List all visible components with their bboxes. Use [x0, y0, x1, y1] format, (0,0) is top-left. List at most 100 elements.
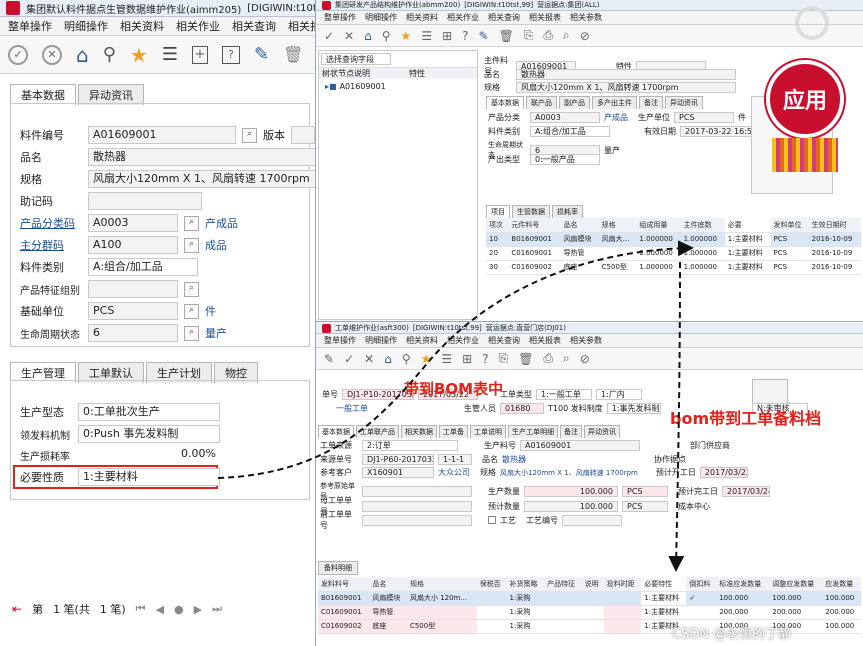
- tab-multi-output[interactable]: 多产出主件: [592, 96, 637, 109]
- query-icon[interactable]: ?: [482, 352, 488, 366]
- tab-loss[interactable]: 损耗率: [552, 205, 583, 218]
- tab-changes[interactable]: 异动资讯: [665, 96, 703, 109]
- home-icon[interactable]: ⌂: [364, 29, 372, 43]
- start-date-field[interactable]: 2017/03/22: [699, 467, 748, 478]
- prod-type-select[interactable]: 0:工单批次生产: [78, 403, 220, 421]
- lookup-icon[interactable]: ⌕: [242, 127, 257, 143]
- menu-item[interactable]: 相关参数: [570, 335, 602, 346]
- search-icon[interactable]: ⌕: [563, 351, 570, 366]
- menu-item[interactable]: 相关报表: [288, 18, 315, 34]
- current-page-icon[interactable]: ●: [174, 603, 184, 616]
- lookup-icon[interactable]: ⌕: [184, 281, 199, 297]
- menu-item[interactable]: 整单操作: [8, 18, 52, 34]
- tab-coproduct[interactable]: 工单联产品: [356, 425, 399, 438]
- home-icon[interactable]: ⌂: [76, 43, 89, 67]
- source-select[interactable]: 2:订单: [362, 440, 458, 451]
- version-field[interactable]: [291, 126, 315, 144]
- star-icon[interactable]: ★: [421, 352, 432, 366]
- tab-remark[interactable]: 备注: [560, 425, 582, 438]
- lookup-icon[interactable]: ⌕: [184, 215, 199, 231]
- delete-icon[interactable]: 🗑: [518, 352, 533, 366]
- pin-icon[interactable]: ⚲: [402, 352, 411, 366]
- end-date-field[interactable]: 2017/03/24: [722, 485, 770, 497]
- menu-item[interactable]: 相关参数: [570, 12, 602, 23]
- spec-field[interactable]: 风扇大小120mm X 1、风扇转速 1700rpm: [516, 82, 736, 93]
- menu-item[interactable]: 明细操作: [64, 18, 108, 34]
- star-icon[interactable]: ★: [401, 29, 412, 43]
- process-no-field[interactable]: [562, 514, 622, 526]
- lookup-icon[interactable]: ⌕: [184, 303, 199, 319]
- cancel-icon[interactable]: ✕: [364, 352, 374, 366]
- src-no-field[interactable]: DJ1-P60-2017032200001: [362, 454, 434, 465]
- table-row[interactable]: B01609001 风扇模块 风扇大小 120m... 1:采购 1:主要材料 ✓ 100.…: [318, 591, 861, 606]
- print-icon[interactable]: ⎙: [543, 28, 553, 43]
- tab-basic[interactable]: 基本数据: [486, 96, 524, 109]
- tab-desc[interactable]: 工单说明: [470, 425, 506, 438]
- name-field[interactable]: 散热器: [88, 148, 315, 166]
- copy-icon[interactable]: ⎘: [499, 351, 509, 366]
- attach-icon[interactable]: ⊘: [580, 29, 590, 43]
- query-icon[interactable]: ?: [221, 45, 240, 64]
- menu-item[interactable]: 相关报表: [529, 335, 561, 346]
- edit-icon[interactable]: ✎: [254, 44, 269, 65]
- menu-item[interactable]: 相关作业: [447, 335, 479, 346]
- menu-item[interactable]: 明细操作: [365, 12, 397, 23]
- record-nav-icon[interactable]: ⇤: [12, 602, 22, 616]
- list-icon[interactable]: ☰: [162, 44, 178, 65]
- item-type-select[interactable]: A:组合/加工品: [530, 126, 610, 137]
- confirm-icon[interactable]: ✓: [8, 44, 28, 65]
- tab-prep[interactable]: 工单备: [439, 425, 468, 438]
- menu-item[interactable]: 相关作业: [447, 12, 479, 23]
- plan-qty-unit-field[interactable]: PCS: [622, 500, 668, 512]
- table-row[interactable]: 20 C01609001 导热管 2.000000 1.000000 1:主要材料 PCS 2…: [486, 246, 861, 261]
- table-row[interactable]: C01609001 导热管 1:采购 1:主要材料 200.000 200.000 200.…: [318, 605, 861, 620]
- tab-detail[interactable]: 生产工单明细: [508, 425, 558, 438]
- menu-item[interactable]: 整单操作: [324, 12, 356, 23]
- tab-byproduct[interactable]: 副产品: [559, 96, 590, 109]
- tab-basic[interactable]: 基本数据: [318, 425, 354, 438]
- tab-basic[interactable]: 基本数据: [10, 84, 76, 105]
- confirm-icon[interactable]: ✓: [344, 352, 354, 366]
- nature-select[interactable]: 1:主要材料: [78, 468, 220, 486]
- delete-icon[interactable]: 🗑: [499, 29, 514, 43]
- menu-item[interactable]: 相关作业: [176, 18, 220, 34]
- list-icon[interactable]: ☰: [441, 352, 452, 366]
- prev-page-icon[interactable]: ◀: [156, 603, 164, 616]
- star-icon[interactable]: ★: [130, 43, 148, 67]
- add-icon[interactable]: ⊞: [442, 29, 452, 43]
- print-icon[interactable]: ⎙: [543, 351, 553, 366]
- cancel-icon[interactable]: ✕: [42, 44, 62, 65]
- last-page-icon[interactable]: ⏭: [212, 602, 222, 616]
- item-no-field[interactable]: A01609001: [88, 126, 236, 144]
- name-field[interactable]: 散热器: [516, 69, 736, 80]
- life-status-field[interactable]: 6: [88, 324, 178, 342]
- delete-icon[interactable]: 🗑: [283, 45, 303, 64]
- menu-item[interactable]: 相关资料: [406, 12, 438, 23]
- prev-field[interactable]: [362, 514, 472, 526]
- home-icon[interactable]: ⌂: [384, 352, 392, 366]
- tab-items[interactable]: 项目: [486, 205, 510, 218]
- customer-field[interactable]: X160901: [362, 467, 434, 478]
- src-seq-field[interactable]: 1-1-1: [438, 454, 472, 465]
- tab-coproduct[interactable]: 联产品: [526, 96, 557, 109]
- add-icon[interactable]: ⊞: [462, 352, 472, 366]
- menu-item[interactable]: 明细操作: [365, 335, 397, 346]
- menu-item[interactable]: 相关报表: [529, 12, 561, 23]
- tab-changes[interactable]: 异动资讯: [584, 425, 620, 438]
- issue-select[interactable]: 1:事先发料制: [606, 403, 661, 414]
- unit-field[interactable]: PCS: [674, 112, 734, 123]
- attach-icon[interactable]: ⊘: [580, 352, 590, 366]
- menu-item[interactable]: 相关查询: [232, 18, 276, 34]
- add-icon[interactable]: +: [191, 45, 208, 64]
- lookup-icon[interactable]: ⌕: [184, 237, 199, 253]
- table-row[interactable]: 30 C01609002 底座 C500型 1.000000 1.000000 1:主要材料…: [486, 260, 861, 275]
- edit-icon[interactable]: ✎: [479, 29, 489, 43]
- pin-icon[interactable]: ⚲: [382, 29, 391, 43]
- search-icon[interactable]: ⌕: [563, 28, 570, 43]
- eff-date-field[interactable]: 2017-03-22 16:51:10: [680, 126, 756, 137]
- loss-field[interactable]: 0.00%: [78, 447, 220, 463]
- label-category[interactable]: 产品分类码: [20, 215, 82, 231]
- tab-related[interactable]: 相关数据: [401, 425, 437, 438]
- menu-item[interactable]: 相关资料: [120, 18, 164, 34]
- list-icon[interactable]: ☰: [421, 29, 432, 43]
